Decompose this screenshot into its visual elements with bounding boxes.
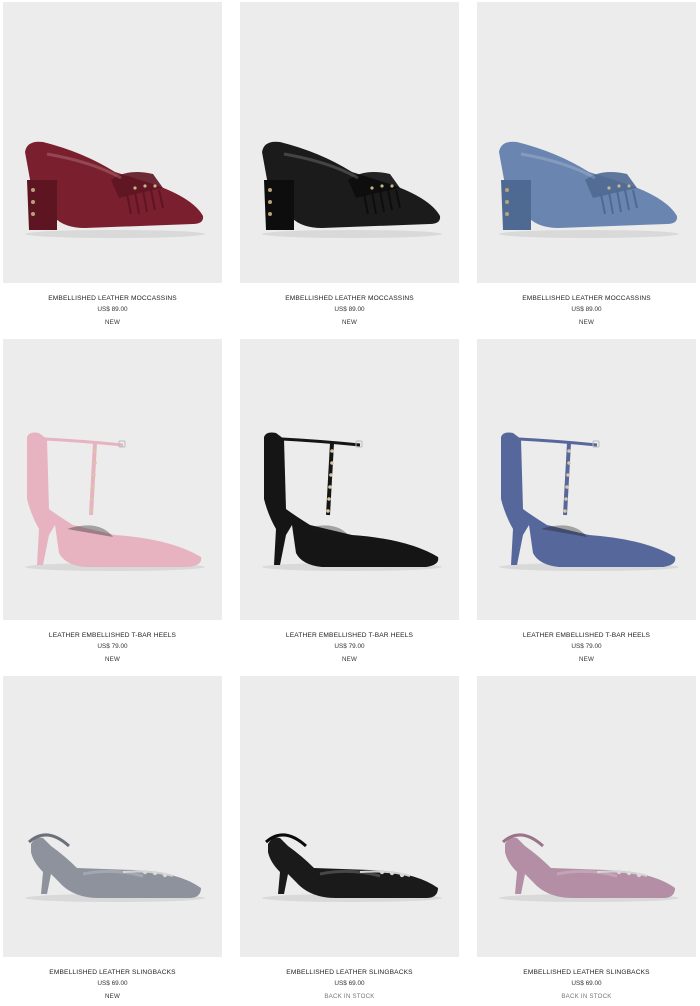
product-card[interactable]: EMBELLISHED LEATHER SLINGBACKS US$ 69.00… bbox=[3, 676, 222, 1001]
product-image[interactable] bbox=[477, 339, 696, 620]
slingback-shoe-icon bbox=[262, 833, 442, 902]
product-image[interactable] bbox=[240, 2, 459, 283]
product-badge: NEW bbox=[578, 319, 595, 326]
product-price: US$ 89.00 bbox=[97, 306, 128, 313]
product-card[interactable]: EMBELLISHED LEATHER MOCCASSINS US$ 89.00… bbox=[3, 2, 222, 327]
product-card[interactable]: LEATHER EMBELLISHED T-BAR HEELS US$ 79.0… bbox=[240, 339, 459, 664]
product-badge: NEW bbox=[341, 656, 358, 663]
product-card[interactable]: EMBELLISHED LEATHER SLINGBACKS US$ 69.00… bbox=[240, 676, 459, 1001]
product-price: US$ 69.00 bbox=[334, 980, 365, 987]
slingback-shoe-icon bbox=[499, 833, 679, 902]
product-price: US$ 89.00 bbox=[571, 306, 602, 313]
product-name[interactable]: EMBELLISHED LEATHER MOCCASSINS bbox=[240, 294, 459, 303]
product-name[interactable]: LEATHER EMBELLISHED T-BAR HEELS bbox=[3, 631, 222, 640]
product-price: US$ 79.00 bbox=[97, 643, 128, 650]
product-image[interactable] bbox=[477, 2, 696, 283]
product-name[interactable]: EMBELLISHED LEATHER MOCCASSINS bbox=[3, 294, 222, 303]
product-badge: BACK IN STOCK bbox=[561, 993, 612, 1000]
product-badge: BACK IN STOCK bbox=[324, 993, 375, 1000]
product-name[interactable]: EMBELLISHED LEATHER MOCCASSINS bbox=[477, 294, 696, 303]
moccasin-shoe-icon bbox=[499, 141, 679, 238]
product-price: US$ 89.00 bbox=[334, 306, 365, 313]
product-name[interactable]: EMBELLISHED LEATHER SLINGBACKS bbox=[3, 968, 222, 977]
t-bar-heel-icon bbox=[25, 432, 205, 571]
product-image[interactable] bbox=[240, 339, 459, 620]
moccasin-shoe-icon bbox=[262, 141, 442, 238]
product-card[interactable]: LEATHER EMBELLISHED T-BAR HEELS US$ 79.0… bbox=[477, 339, 696, 664]
product-price: US$ 69.00 bbox=[97, 980, 128, 987]
moccasin-shoe-icon bbox=[25, 141, 205, 238]
product-image[interactable] bbox=[3, 339, 222, 620]
product-badge: NEW bbox=[104, 993, 121, 1000]
slingback-shoe-icon bbox=[25, 833, 205, 902]
product-badge: NEW bbox=[104, 656, 121, 663]
product-card[interactable]: EMBELLISHED LEATHER MOCCASSINS US$ 89.00… bbox=[240, 2, 459, 327]
product-image[interactable] bbox=[3, 676, 222, 957]
t-bar-heel-icon bbox=[262, 432, 442, 571]
t-bar-heel-icon bbox=[499, 432, 679, 571]
product-badge: NEW bbox=[341, 319, 358, 326]
product-image[interactable] bbox=[3, 2, 222, 283]
product-card[interactable]: LEATHER EMBELLISHED T-BAR HEELS US$ 79.0… bbox=[3, 339, 222, 664]
product-badge: NEW bbox=[104, 319, 121, 326]
product-price: US$ 79.00 bbox=[334, 643, 365, 650]
product-grid: EMBELLISHED LEATHER MOCCASSINS US$ 89.00… bbox=[0, 0, 700, 1006]
product-price: US$ 69.00 bbox=[571, 980, 602, 987]
product-price: US$ 79.00 bbox=[571, 643, 602, 650]
product-name[interactable]: LEATHER EMBELLISHED T-BAR HEELS bbox=[240, 631, 459, 640]
product-badge: NEW bbox=[578, 656, 595, 663]
product-name[interactable]: EMBELLISHED LEATHER SLINGBACKS bbox=[240, 968, 459, 977]
product-name[interactable]: EMBELLISHED LEATHER SLINGBACKS bbox=[477, 968, 696, 977]
product-image[interactable] bbox=[240, 676, 459, 957]
product-card[interactable]: EMBELLISHED LEATHER MOCCASSINS US$ 89.00… bbox=[477, 2, 696, 327]
product-image[interactable] bbox=[477, 676, 696, 957]
product-name[interactable]: LEATHER EMBELLISHED T-BAR HEELS bbox=[477, 631, 696, 640]
product-card[interactable]: EMBELLISHED LEATHER SLINGBACKS US$ 69.00… bbox=[477, 676, 696, 1001]
